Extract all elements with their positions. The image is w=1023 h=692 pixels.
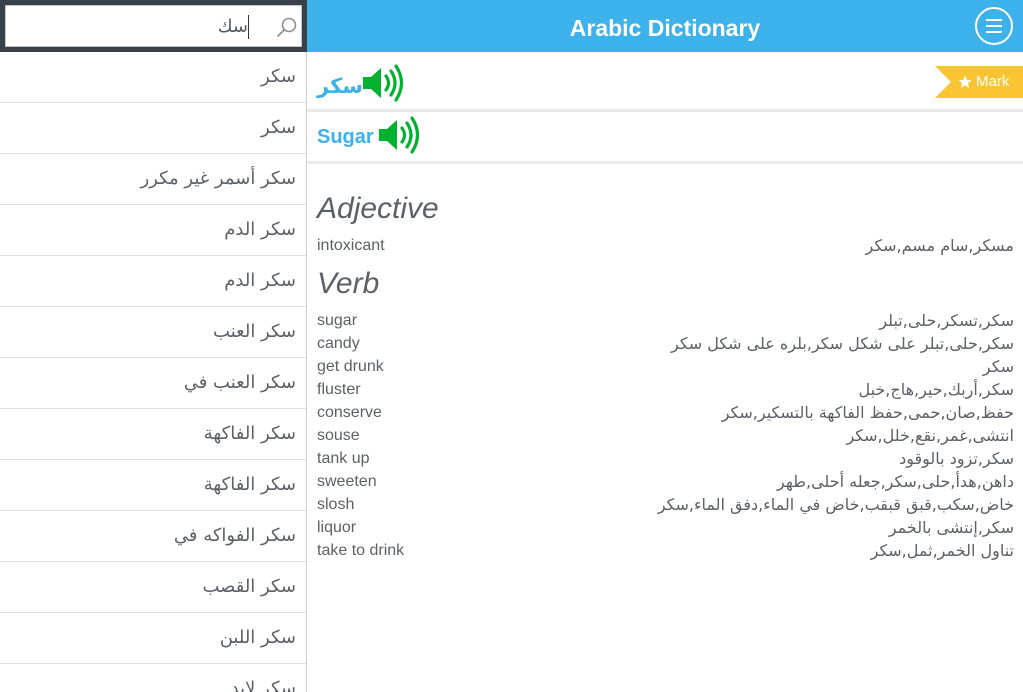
word-list-item[interactable]: سكر الدم	[0, 256, 306, 307]
arabic-entry-row: سكر Mark	[307, 56, 1023, 112]
mark-button[interactable]: Mark	[935, 66, 1023, 98]
definition-english[interactable]: intoxicant	[317, 236, 385, 256]
word-list-item[interactable]: سكر الدم	[0, 205, 306, 256]
definition-english[interactable]: tank up	[317, 449, 369, 469]
hamburger-menu-icon	[986, 19, 1002, 21]
word-list-item[interactable]: سكر الفاكهة	[0, 460, 306, 511]
word-list: سكر سكر سكر أسمر غير مكرر سكر الدم سكر الدم س…	[0, 52, 307, 692]
app-title: Arabic Dictionary	[569, 15, 761, 41]
part-of-speech-heading: Adjective	[317, 192, 439, 225]
star-icon	[958, 75, 972, 88]
search-bar	[0, 0, 307, 52]
definition-row: sweeten داهن,هدأ,حلى,سكر,جعله أحلى,طهر	[307, 472, 1023, 495]
detail-pane: سكر Mark Sugar Adjective intoxicant مسكر…	[307, 52, 1023, 692]
definition-english[interactable]: slosh	[317, 495, 354, 515]
english-entry-row: Sugar	[307, 112, 1023, 164]
definition-row: get drunk سكر	[307, 357, 1023, 380]
hamburger-menu-icon-line	[986, 25, 1002, 27]
word-list-item[interactable]: سكر العنب في	[0, 358, 306, 409]
hamburger-menu-icon-line	[986, 31, 1002, 33]
definition-english[interactable]: liquor	[317, 518, 356, 538]
definition-row: souse انتشى,غمر,نقع,خلل,سكر	[307, 426, 1023, 449]
definition-arabic: سكر,إنتشى بالخمر	[888, 518, 1014, 537]
definition-english[interactable]: sugar	[317, 311, 357, 331]
word-list-item[interactable]: سكر الفاكهة	[0, 409, 306, 460]
app-root: Arabic Dictionary سكرسكرسكر أسمر غير مكر…	[0, 0, 1023, 692]
definition-arabic: تناول الخمر,ثمل,سكر	[870, 541, 1014, 560]
text-caret	[248, 15, 249, 39]
word-list-item[interactable]: سكر القصب	[0, 562, 306, 613]
definition-row: slosh خاض,سكب,قبق قبقب,خاض في الماء,دفق ا…	[307, 495, 1023, 518]
definition-row: candy سكر,حلى,تبلر على شكل سكر,بلره على ش…	[307, 334, 1023, 357]
definition-row: take to drink تناول الخمر,ثمل,سكر	[307, 541, 1023, 564]
definition-row: intoxicant مسكر,سام مسم,سكر	[307, 236, 1023, 259]
definition-english[interactable]: souse	[317, 426, 360, 446]
definition-english[interactable]: take to drink	[317, 541, 404, 561]
definition-english[interactable]: sweeten	[317, 472, 377, 492]
english-headword: Sugar	[317, 126, 374, 148]
definition-arabic: انتشى,غمر,نقع,خلل,سكر	[846, 426, 1014, 445]
definition-arabic: سكر,تسكر,حلى,تبلر	[879, 311, 1014, 330]
definition-arabic: سكر,حلى,تبلر على شكل سكر,بلره على شكل سك…	[671, 334, 1014, 353]
mark-label: Mark	[976, 73, 1010, 90]
word-list-item[interactable]: سكر اللبن	[0, 613, 306, 664]
definition-row: liquor سكر,إنتشى بالخمر	[307, 518, 1023, 541]
top-bar: Arabic Dictionary	[0, 0, 1023, 52]
definition-arabic: خاض,سكب,قبق قبقب,خاض في الماء,دفق الماء,…	[657, 495, 1014, 514]
definition-english[interactable]: conserve	[317, 403, 382, 423]
arabic-headword: سكر	[317, 74, 363, 98]
word-list-item[interactable]: سكر لايد	[0, 664, 306, 692]
word-list-item[interactable]: سكر	[0, 52, 306, 103]
definition-arabic: سكر	[982, 357, 1014, 376]
word-list-item[interactable]: سكر أسمر غير مكرر	[0, 154, 306, 205]
definition-arabic: داهن,هدأ,حلى,سكر,جعله أحلى,طهر	[777, 472, 1014, 491]
word-list-item[interactable]: سكر العنب	[0, 307, 306, 358]
word-list-item[interactable]: سكر الفواكه في	[0, 511, 306, 562]
definition-english[interactable]: fluster	[317, 380, 361, 400]
speaker-icon[interactable]	[377, 115, 421, 155]
menu-button[interactable]	[975, 7, 1013, 45]
definition-row: conserve حفظ,صان,حمى,حفظ الفاكهة بالتسكير…	[307, 403, 1023, 426]
definition-row: tank up سكر,تزود بالوقود	[307, 449, 1023, 472]
definition-english[interactable]: get drunk	[317, 357, 384, 377]
definition-arabic: سكر,تزود بالوقود	[899, 449, 1014, 468]
definition-row: sugar سكر,تسكر,حلى,تبلر	[307, 311, 1023, 334]
search-box[interactable]	[5, 5, 302, 47]
search-icon[interactable]	[276, 16, 298, 38]
speaker-icon[interactable]	[361, 63, 405, 103]
definition-arabic: مسكر,سام مسم,سكر	[865, 236, 1014, 255]
definition-arabic: سكر,أربك,حير,هاج,خبل	[858, 380, 1014, 399]
definition-arabic: حفظ,صان,حمى,حفظ الفاكهة بالتسكير,سكر	[721, 403, 1014, 422]
word-list-item[interactable]: سكر	[0, 103, 306, 154]
definition-row: fluster سكر,أربك,حير,هاج,خبل	[307, 380, 1023, 403]
definition-english[interactable]: candy	[317, 334, 360, 354]
search-input[interactable]	[6, 6, 250, 46]
part-of-speech-heading: Verb	[317, 267, 380, 300]
